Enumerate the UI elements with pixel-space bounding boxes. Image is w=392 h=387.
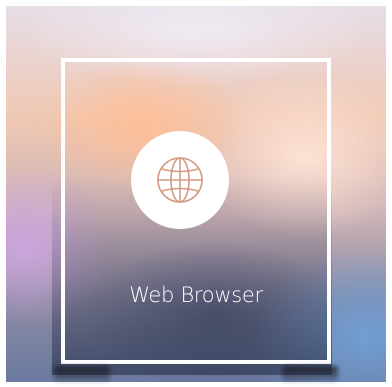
tile-shadow-left xyxy=(54,366,110,382)
globe-icon xyxy=(157,157,203,203)
tile-shadow-right xyxy=(282,366,338,382)
home-screen: Web Browser xyxy=(0,0,392,387)
app-label: Web Browser xyxy=(129,283,263,307)
app-icon-button[interactable] xyxy=(131,131,229,229)
